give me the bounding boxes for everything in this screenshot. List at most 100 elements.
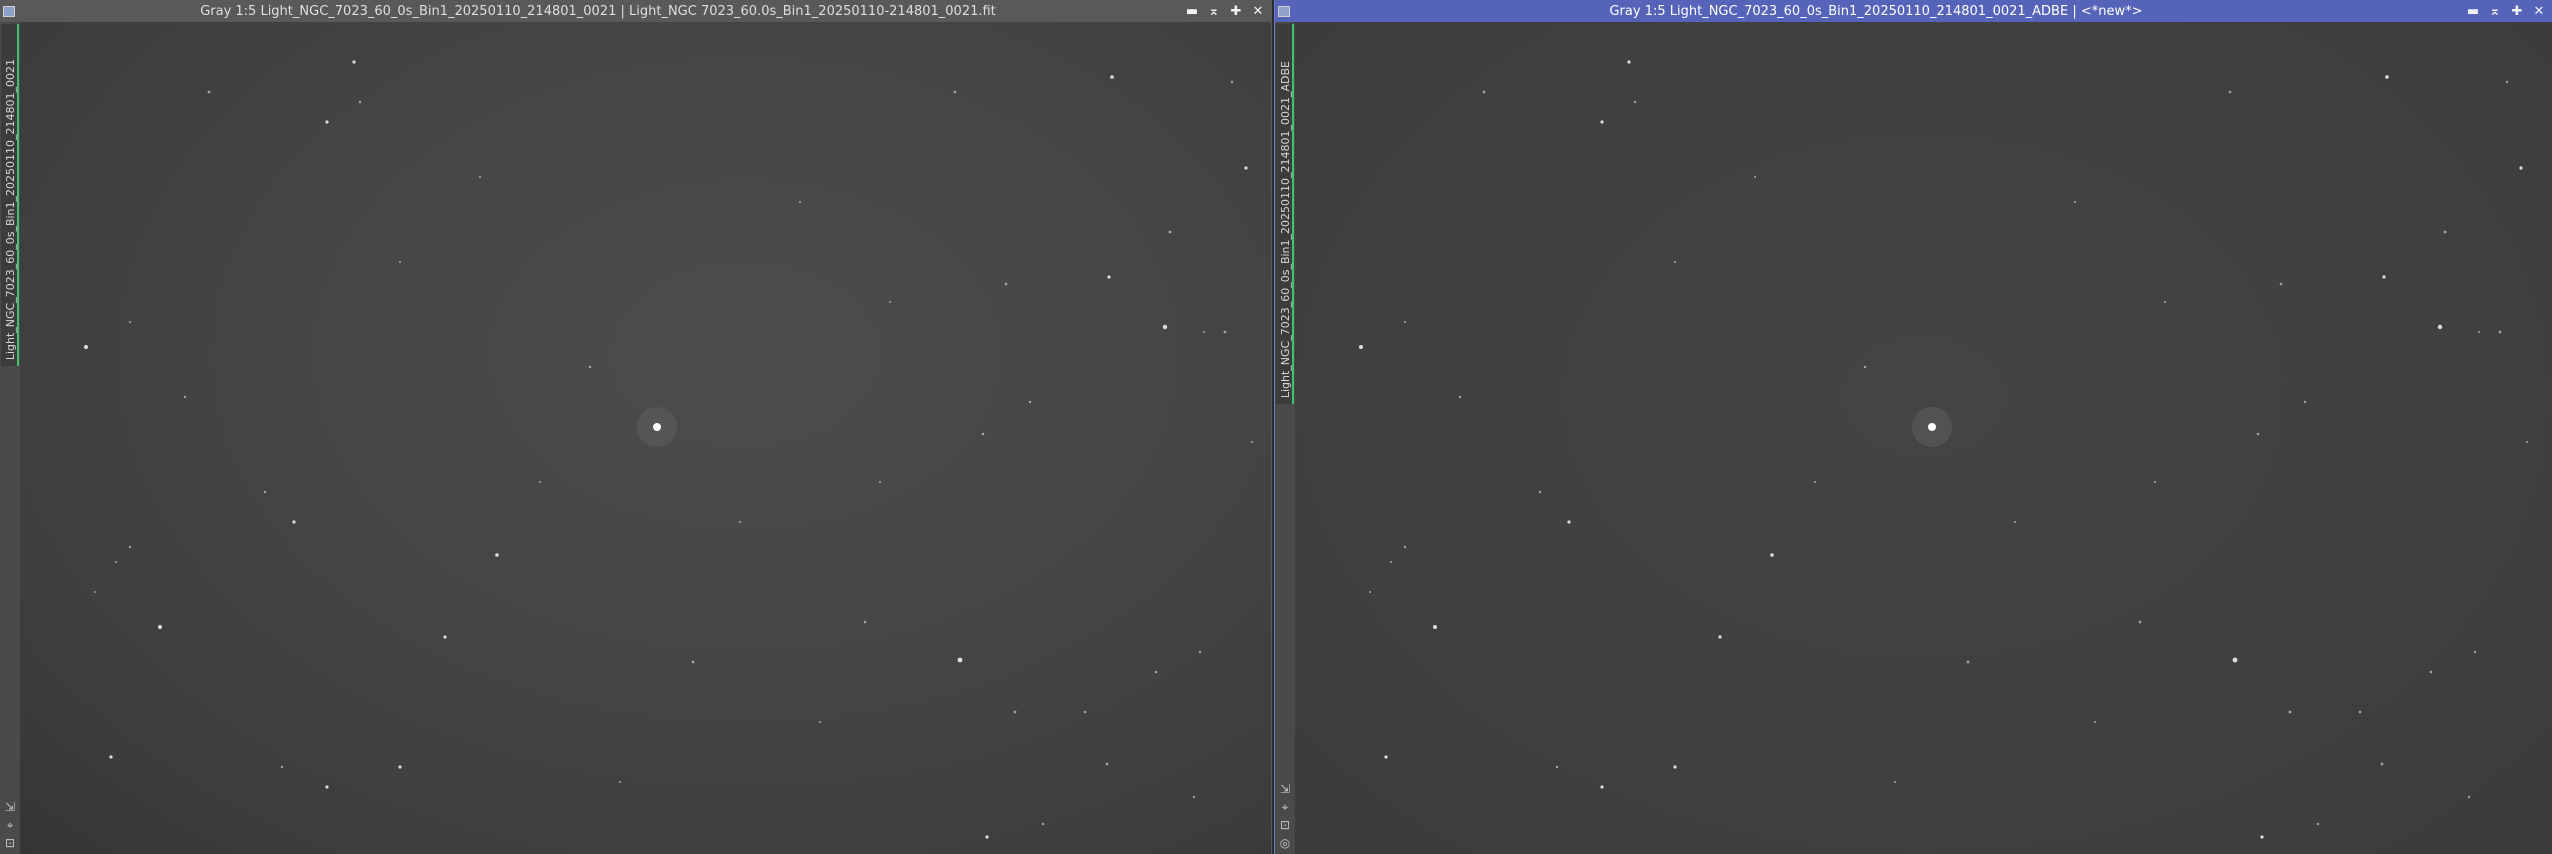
- minimize-icon[interactable]: ▬: [1185, 4, 1199, 18]
- star: [1203, 331, 1205, 333]
- star: [1359, 345, 1363, 349]
- star: [2437, 324, 2443, 330]
- star: [352, 60, 356, 64]
- star: [2473, 650, 2477, 654]
- lock-icon[interactable]: ⊡: [1280, 818, 1290, 832]
- star: [1555, 765, 1559, 769]
- star: [84, 345, 88, 349]
- titlebar-right[interactable]: Gray 1:5 Light_NGC_7023_60_0s_Bin1_20250…: [1275, 0, 2552, 22]
- star: [2256, 432, 2260, 436]
- image-window-right[interactable]: Gray 1:5 Light_NGC_7023_60_0s_Bin1_20250…: [1274, 0, 2552, 854]
- star: [1600, 120, 1604, 124]
- pin-icon[interactable]: ⌖: [7, 818, 14, 832]
- view-tab[interactable]: Light_NGC_7023_60_0s_Bin1_20250110_21480…: [1276, 24, 1294, 404]
- star: [1244, 166, 1248, 170]
- star: [1041, 822, 1045, 826]
- star: [1482, 90, 1486, 94]
- star: [588, 365, 592, 369]
- close-icon[interactable]: ✕: [1251, 4, 1265, 18]
- star: [1223, 330, 1227, 334]
- star: [1966, 660, 1970, 664]
- star: [1433, 625, 1437, 629]
- circle-icon[interactable]: ◎: [1280, 836, 1290, 850]
- star: [183, 395, 187, 399]
- star: [1230, 80, 1234, 84]
- star: [1404, 321, 1406, 323]
- side-panel-right: Light_NGC_7023_60_0s_Bin1_20250110_21480…: [1275, 22, 1295, 854]
- star: [2154, 481, 2156, 483]
- lock-icon[interactable]: ⊡: [5, 836, 15, 850]
- star: [2358, 710, 2362, 714]
- image-view-left[interactable]: [20, 22, 1271, 854]
- star: [819, 721, 821, 723]
- star: [2074, 201, 2076, 203]
- star: [1718, 635, 1722, 639]
- star: [981, 432, 985, 436]
- arrow-icon[interactable]: ⇲: [1280, 782, 1290, 796]
- star: [2316, 822, 2320, 826]
- shade-icon[interactable]: ⌅: [2488, 4, 2502, 18]
- star: [1162, 324, 1168, 330]
- image-window-left[interactable]: Gray 1:5 Light_NGC_7023_60_0s_Bin1_20250…: [0, 0, 1272, 854]
- window-icon[interactable]: [1278, 5, 1290, 17]
- star: [2279, 282, 2283, 286]
- star: [94, 591, 96, 593]
- star: [1754, 176, 1756, 178]
- star: [1770, 553, 1774, 557]
- star: [739, 521, 741, 523]
- star: [539, 481, 541, 483]
- pin-icon[interactable]: ⌖: [1282, 800, 1289, 814]
- star: [2303, 400, 2307, 404]
- star: [443, 635, 447, 639]
- star: [358, 100, 362, 104]
- star: [1567, 520, 1571, 524]
- star: [2380, 762, 2384, 766]
- star: [158, 625, 162, 629]
- star: [263, 490, 267, 494]
- star: [2138, 620, 2142, 624]
- close-icon[interactable]: ✕: [2532, 4, 2546, 18]
- star: [1110, 75, 1114, 79]
- star: [2014, 521, 2016, 523]
- view-tab[interactable]: Light_NGC_7023_60_0s_Bin1_20250110_21480…: [1, 24, 19, 366]
- star: [2443, 230, 2447, 234]
- star: [1633, 100, 1637, 104]
- star: [1894, 781, 1896, 783]
- star: [1105, 762, 1109, 766]
- star: [2232, 657, 2238, 663]
- star: [399, 261, 401, 263]
- view-tab-label: Light_NGC_7023_60_0s_Bin1_20250110_21480…: [1279, 60, 1292, 398]
- star: [398, 765, 402, 769]
- shade-icon[interactable]: ⌅: [1207, 4, 1221, 18]
- star: [691, 660, 695, 664]
- star: [1028, 400, 1032, 404]
- star: [2260, 835, 2264, 839]
- central-star: [1928, 423, 1936, 431]
- view-tab-label: Light_NGC_7023_60_0s_Bin1_20250110_21480…: [4, 58, 17, 360]
- star: [2164, 301, 2166, 303]
- maximize-icon[interactable]: ✚: [2510, 4, 2524, 18]
- star: [889, 301, 891, 303]
- arrow-icon[interactable]: ⇲: [5, 800, 15, 814]
- maximize-icon[interactable]: ✚: [1229, 4, 1243, 18]
- star: [1198, 650, 1202, 654]
- star: [1192, 795, 1196, 799]
- star: [292, 520, 296, 524]
- titlebar-left[interactable]: Gray 1:5 Light_NGC_7023_60_0s_Bin1_20250…: [0, 0, 1271, 22]
- star: [799, 201, 801, 203]
- star: [2094, 721, 2096, 723]
- star-field: [1359, 60, 2528, 839]
- image-view-right[interactable]: [1295, 22, 2552, 854]
- window-icon[interactable]: [3, 5, 15, 17]
- star: [2429, 670, 2433, 674]
- star: [1107, 275, 1111, 279]
- star: [2467, 795, 2471, 799]
- star: [2385, 75, 2389, 79]
- star: [1600, 785, 1604, 789]
- star: [1083, 710, 1087, 714]
- star: [2382, 275, 2386, 279]
- star: [207, 90, 211, 94]
- minimize-icon[interactable]: ▬: [2466, 4, 2480, 18]
- star: [1627, 60, 1631, 64]
- star: [479, 176, 481, 178]
